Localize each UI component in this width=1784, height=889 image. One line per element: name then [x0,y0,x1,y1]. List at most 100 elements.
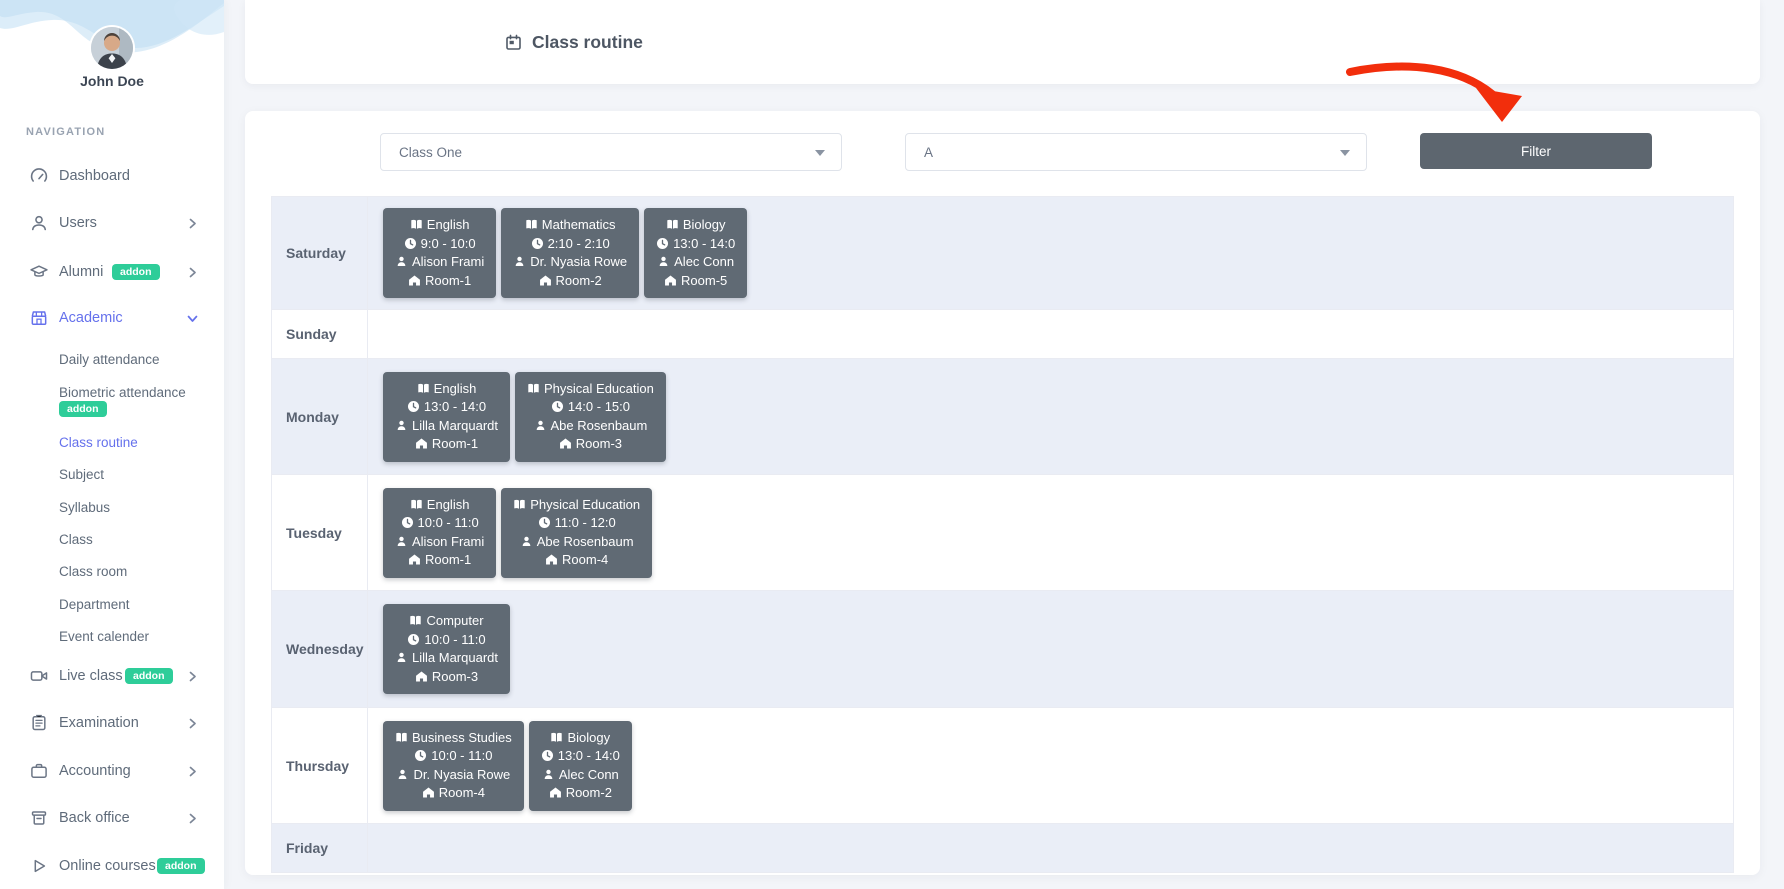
book-icon [410,218,423,231]
user-name: John Doe [0,73,224,89]
book-icon [409,614,422,627]
sidebar-item-daily-attendance[interactable]: Daily attendance [0,348,224,370]
class-subject: Biology [683,217,726,232]
school-icon [422,786,435,799]
day-label: Wednesday [272,591,368,707]
sidebar-item-label: Live class [59,668,123,684]
sidebar-item-syllabus[interactable]: Syllabus [0,496,224,518]
book-icon [410,498,423,511]
day-label: Thursday [272,708,368,823]
sidebar-item-label: Academic [59,310,123,326]
class-room: Room-1 [432,436,478,451]
filter-button[interactable]: Filter [1420,133,1652,169]
day-label: Tuesday [272,475,368,590]
class-time: 9:0 - 10:0 [421,236,476,251]
sidebar-subitem-label: Biometric attendance [59,385,186,400]
class-time: 11:0 - 12:0 [555,515,616,530]
chevron-right-icon [186,765,199,778]
class-subject: English [434,381,477,396]
school-icon [549,786,562,799]
class-room: Room-1 [425,552,471,567]
class-room: Room-3 [576,436,622,451]
sidebar-item-examination[interactable]: Examination [0,712,224,734]
sidebar-subitem-label: Class routine [59,435,138,450]
sidebar-subitem-label: Subject [59,467,104,482]
sidebar-item-label: Alumni [59,264,103,280]
sidebar-item-label: Back office [59,810,130,826]
addon-badge: addon [112,264,160,280]
class-subject: Physical Education [530,497,640,512]
class-teacher: Alec Conn [559,767,619,782]
sidebar-item-online-courses[interactable]: Online courses addon [0,855,224,877]
class-room: Room-3 [432,669,478,684]
calendar-icon [505,34,522,51]
book-icon [666,218,679,231]
class-teacher: Alison Frami [412,534,484,549]
chevron-right-icon [186,812,199,825]
sidebar-item-label: Dashboard [59,168,130,184]
exam-clipboard-icon [30,714,48,732]
class-time: 10:0 - 11:0 [424,632,485,647]
addon-badge: addon [157,858,205,874]
academic-icon [30,309,48,327]
class-subject: English [427,497,470,512]
section-select[interactable]: A [905,133,1367,171]
class-teacher: Lilla Marquardt [412,650,498,665]
class-select[interactable]: Class One [380,133,842,171]
sidebar-item-academic[interactable]: Academic [0,307,224,329]
chevron-right-icon [186,266,199,279]
sidebar-item-event-calender[interactable]: Event calender [0,625,224,647]
sidebar-subitem-label: Department [59,597,130,612]
book-icon [395,731,408,744]
chevron-right-icon [186,670,199,683]
day-slots [368,310,1733,358]
class-card: English 9:0 - 10:0 Alison Frami Room-1 [383,208,496,298]
sidebar-item-dashboard[interactable]: Dashboard [0,165,224,187]
day-slots: English 13:0 - 14:0 Lilla Marquardt Room… [368,359,1733,474]
clock-icon [551,400,564,413]
clock-icon [404,237,417,250]
class-teacher: Alison Frami [412,254,484,269]
section-select-value: A [924,134,933,170]
class-subject: Computer [426,613,483,628]
sidebar-item-users[interactable]: Users [0,212,224,234]
school-icon [415,437,428,450]
school-icon [408,553,421,566]
class-time: 2:10 - 2:10 [548,236,610,251]
sidebar-item-label: Examination [59,715,139,731]
class-card: Physical Education 14:0 - 15:0 Abe Rosen… [515,372,666,462]
sidebar-item-class-room[interactable]: Class room [0,560,224,582]
sidebar-item-accounting[interactable]: Accounting [0,760,224,782]
sidebar-subitem-label: Class [59,532,93,547]
sidebar-item-live-class[interactable]: Live class addon [0,665,224,687]
class-select-value: Class One [399,134,462,170]
avatar[interactable] [91,27,133,69]
sidebar-item-biometric-attendance[interactable]: Biometric attendance [0,381,224,403]
person-icon [396,768,409,781]
class-subject: Mathematics [542,217,616,232]
sidebar-subitem-label: Daily attendance [59,352,160,367]
class-subject: Biology [567,730,610,745]
school-icon [559,437,572,450]
clock-icon [414,749,427,762]
class-time: 13:0 - 14:0 [558,748,620,763]
person-icon [395,535,408,548]
routine-row-sunday: Sunday [272,310,1733,359]
sidebar-item-department[interactable]: Department [0,593,224,615]
person-icon [395,419,408,432]
class-time: 10:0 - 11:0 [418,515,479,530]
class-card: Biology 13:0 - 14:0 Alec Conn Room-5 [644,208,747,298]
class-teacher: Alec Conn [674,254,734,269]
sidebar-item-class[interactable]: Class [0,528,224,550]
sidebar-item-alumni[interactable]: Alumni addon [0,261,224,283]
chevron-down-icon [186,312,199,325]
class-card: Computer 10:0 - 11:0 Lilla Marquardt Roo… [383,604,510,694]
class-teacher: Dr. Nyasia Rowe [530,254,627,269]
addon-badge: addon [125,668,173,684]
class-card: English 13:0 - 14:0 Lilla Marquardt Room… [383,372,510,462]
sidebar-item-label: Users [59,215,97,231]
sidebar-item-subject[interactable]: Subject [0,463,224,485]
class-room: Room-4 [439,785,485,800]
sidebar-item-class-routine[interactable]: Class routine [0,431,224,453]
sidebar-item-back-office[interactable]: Back office [0,807,224,829]
